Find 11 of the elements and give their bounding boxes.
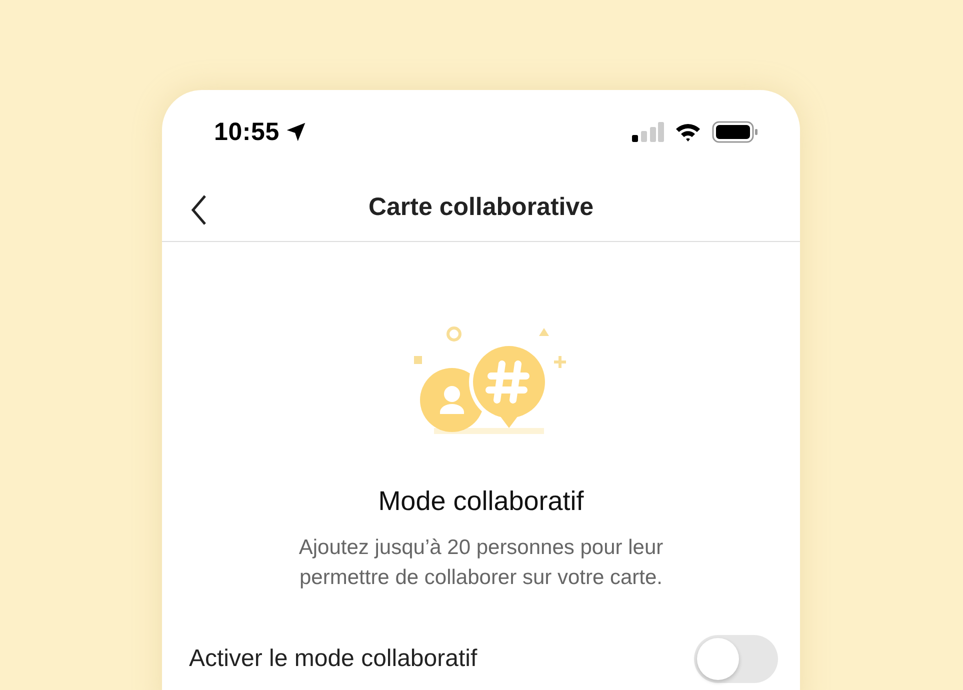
setting-label: Activer le mode collaboratif [189, 645, 478, 673]
wifi-icon [675, 122, 701, 142]
status-time: 10:55 [214, 118, 280, 146]
chevron-left-icon [190, 194, 208, 226]
battery-icon [712, 121, 758, 143]
section-title: Mode collaboratif [378, 486, 584, 517]
location-arrow-icon [285, 121, 308, 143]
signal-icon [632, 122, 664, 142]
screen-title: Carte collaborative [368, 193, 594, 222]
toggle-switch[interactable] [694, 635, 778, 683]
section-description: Ajoutez jusqu’à 20 personnes pour leur permettre de collaborer sur votre carte. [298, 535, 664, 591]
